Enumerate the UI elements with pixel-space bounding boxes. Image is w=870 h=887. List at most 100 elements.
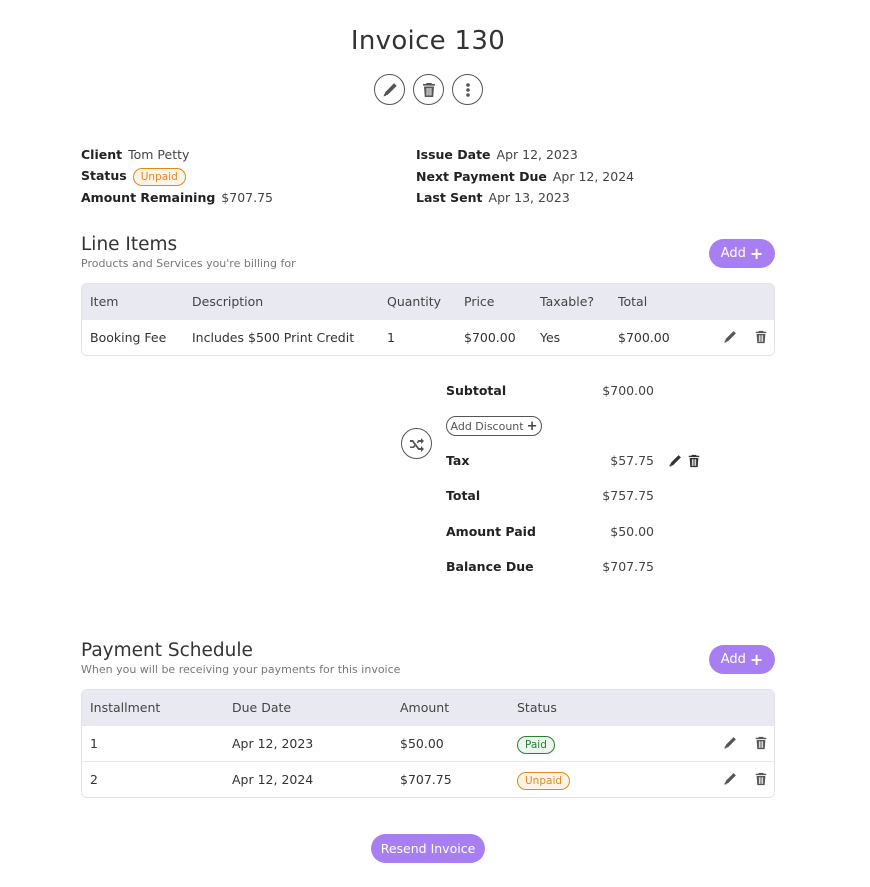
edit-payment-button[interactable] (723, 772, 737, 786)
line-items-subtitle: Products and Services you're billing for (81, 257, 296, 270)
column-header: Description (192, 294, 264, 309)
total-label: Total (446, 488, 481, 503)
column-header: Amount (400, 700, 450, 715)
due-date-cell: Apr 12, 2023 (232, 736, 314, 751)
resend-invoice-button[interactable]: Resend Invoice (371, 834, 485, 863)
description-cell: Includes $500 Print Credit (192, 330, 355, 345)
issue-date-field: Issue Date Apr 12, 2023 (416, 147, 578, 162)
issue-date-label: Issue Date (416, 147, 491, 162)
trash-icon (754, 736, 768, 750)
total-value: $757.75 (602, 488, 654, 503)
payment-schedule-table: Installment Due Date Amount Status 1 Apr… (81, 689, 775, 798)
column-header: Quantity (387, 294, 442, 309)
item-cell: Booking Fee (90, 330, 167, 345)
client-field: Client Tom Petty (81, 147, 189, 162)
add-label: Add (720, 246, 746, 261)
pencil-icon (668, 454, 682, 468)
pencil-icon (382, 82, 398, 98)
pencil-icon (723, 736, 737, 750)
table-row: 1 Apr 12, 2023 $50.00 Paid (82, 725, 774, 761)
edit-line-item-button[interactable] (723, 330, 737, 344)
delete-invoice-button[interactable] (413, 74, 444, 105)
trash-icon (421, 82, 437, 98)
more-actions-button[interactable] (452, 74, 483, 105)
subtotal-value: $700.00 (602, 383, 654, 398)
table-row: Booking Fee Includes $500 Print Credit 1… (82, 319, 774, 355)
total-cell: $700.00 (618, 330, 670, 345)
installment-cell: 2 (90, 772, 98, 787)
column-header: Status (517, 700, 557, 715)
quantity-cell: 1 (387, 330, 395, 345)
client-label: Client (81, 147, 123, 162)
amount-paid-label: Amount Paid (446, 524, 536, 539)
tax-value: $57.75 (610, 453, 654, 468)
subtotal-label: Subtotal (446, 383, 507, 398)
price-cell: $700.00 (464, 330, 516, 345)
next-payment-field: Next Payment Due Apr 12, 2024 (416, 169, 634, 184)
add-label: Add (720, 652, 746, 667)
client-value: Tom Petty (128, 147, 190, 162)
payment-schedule-subtitle: When you will be receiving your payments… (81, 663, 401, 676)
edit-invoice-button[interactable] (374, 74, 405, 105)
last-sent-field: Last Sent Apr 13, 2023 (416, 190, 570, 205)
amount-cell: $707.75 (400, 772, 452, 787)
trash-icon (754, 330, 768, 344)
status-cell: Paid (517, 726, 555, 761)
status-badge: Paid (517, 736, 555, 754)
table-row: 2 Apr 12, 2024 $707.75 Unpaid (82, 761, 774, 797)
trash-icon (754, 772, 768, 786)
toggle-tax-button[interactable] (401, 428, 432, 459)
taxable-cell: Yes (540, 330, 561, 345)
add-line-item-button[interactable]: Add + (709, 239, 775, 268)
plus-icon: + (526, 418, 538, 434)
pencil-icon (723, 330, 737, 344)
table-header: Installment Due Date Amount Status (82, 690, 774, 725)
delete-tax-button[interactable] (687, 453, 701, 467)
shuffle-icon (409, 437, 424, 452)
line-items-table: Item Description Quantity Price Taxable?… (81, 283, 775, 356)
amount-cell: $50.00 (400, 736, 444, 751)
add-payment-button[interactable]: Add + (709, 645, 775, 674)
trash-icon (687, 454, 701, 468)
plus-icon: + (749, 243, 764, 263)
delete-line-item-button[interactable] (754, 330, 768, 344)
table-header: Item Description Quantity Price Taxable?… (82, 284, 774, 319)
column-header: Due Date (232, 700, 292, 715)
payment-schedule-title: Payment Schedule (81, 640, 253, 661)
add-discount-label: Add Discount (450, 419, 524, 433)
status-badge: Unpaid (517, 772, 571, 790)
column-header: Price (464, 294, 495, 309)
page-title: Invoice 130 (350, 26, 506, 56)
status-badge: Unpaid (132, 168, 186, 186)
last-sent-label: Last Sent (416, 190, 483, 205)
balance-due-label: Balance Due (446, 559, 534, 574)
last-sent-value: Apr 13, 2023 (488, 190, 570, 205)
issue-date-value: Apr 12, 2023 (496, 147, 578, 162)
next-payment-value: Apr 12, 2024 (552, 169, 635, 184)
tax-label: Tax (446, 453, 470, 468)
more-vertical-icon (465, 82, 470, 97)
line-items-title: Line Items (81, 234, 178, 255)
installment-cell: 1 (90, 736, 98, 751)
status-cell: Unpaid (517, 762, 571, 797)
amount-remaining-value: $707.75 (221, 190, 273, 205)
column-header: Item (90, 294, 119, 309)
balance-due-value: $707.75 (602, 559, 654, 574)
edit-tax-button[interactable] (668, 453, 682, 467)
column-header: Taxable? (540, 294, 595, 309)
next-payment-label: Next Payment Due (416, 169, 547, 184)
delete-payment-button[interactable] (754, 736, 768, 750)
due-date-cell: Apr 12, 2024 (232, 772, 314, 787)
status-label: Status (81, 168, 127, 183)
status-field: Status Unpaid (81, 168, 186, 186)
amount-remaining-field: Amount Remaining $707.75 (81, 190, 273, 205)
delete-payment-button[interactable] (754, 772, 768, 786)
add-discount-button[interactable]: Add Discount + (446, 416, 542, 436)
column-header: Installment (90, 700, 161, 715)
edit-payment-button[interactable] (723, 736, 737, 750)
amount-paid-value: $50.00 (610, 524, 654, 539)
column-header: Total (618, 294, 648, 309)
pencil-icon (723, 772, 737, 786)
plus-icon: + (749, 649, 764, 669)
amount-remaining-label: Amount Remaining (81, 190, 216, 205)
